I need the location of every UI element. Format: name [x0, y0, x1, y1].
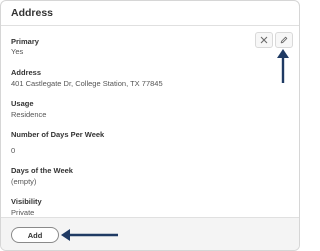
field-label-primary: Primary: [11, 37, 39, 46]
pencil-icon: [280, 36, 288, 44]
field-value-days-of-week: (empty): [11, 177, 37, 186]
annotation-arrow-left: [61, 229, 118, 241]
field-value-usage: Residence: [11, 110, 47, 119]
field-label-days-of-week: Days of the Week: [11, 166, 73, 175]
field-label-usage: Usage: [11, 99, 34, 108]
add-button[interactable]: Add: [11, 227, 59, 243]
edit-button[interactable]: [275, 32, 293, 48]
field-value-address: 401 Castlegate Dr, College Station, TX 7…: [11, 79, 163, 88]
field-value-days-per-week: 0: [11, 146, 16, 155]
title-divider: [1, 25, 299, 26]
address-card: Address Primary Yes Address 401 Castlega…: [0, 0, 300, 251]
remove-button[interactable]: [255, 32, 273, 48]
field-value-visibility: Private: [11, 208, 35, 217]
field-label-days-per-week: Number of Days Per Week: [11, 130, 105, 139]
close-icon: [260, 36, 268, 44]
section-title: Address: [11, 7, 54, 19]
field-value-primary: Yes: [11, 47, 24, 56]
annotation-arrow-up: [277, 49, 289, 83]
field-label-visibility: Visibility: [11, 197, 42, 206]
field-label-address: Address: [11, 68, 42, 77]
